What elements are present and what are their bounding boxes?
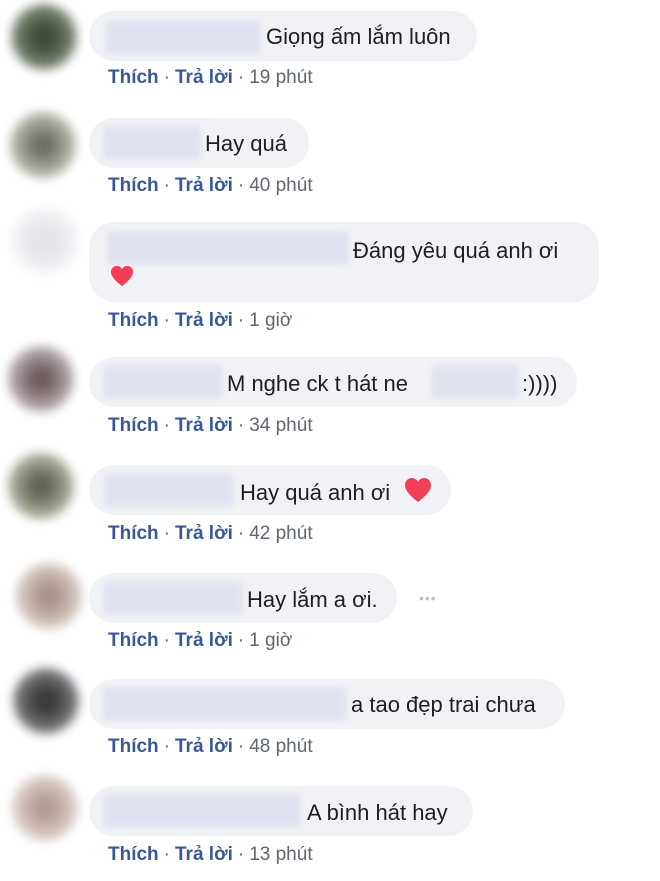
avatar[interactable] — [13, 668, 79, 734]
comment-text: Giọng ấm lắm luôn — [266, 24, 451, 49]
comment-text: a tao đẹp trai chưa — [351, 692, 536, 717]
avatar[interactable] — [8, 453, 74, 519]
comment-text: M nghe ck t hát ne — [227, 371, 408, 396]
reply-link[interactable]: Trả lời — [175, 175, 233, 196]
timestamp[interactable]: 1 giờ — [249, 630, 292, 651]
timestamp[interactable]: 13 phút — [249, 844, 312, 865]
commenter-name-blurred[interactable] — [104, 795, 300, 827]
mentioned-name-blurred[interactable] — [432, 366, 518, 398]
like-link[interactable]: Thích — [108, 736, 159, 757]
separator: · — [163, 523, 170, 544]
avatar[interactable] — [12, 208, 78, 274]
commenter-name-blurred[interactable] — [105, 474, 233, 506]
separator: · — [163, 175, 170, 196]
timestamp[interactable]: 48 phút — [249, 736, 312, 757]
avatar[interactable] — [11, 4, 77, 70]
reply-link[interactable]: Trả lời — [175, 844, 233, 865]
comment-actions: Thích · Trả lời · 42 phút — [108, 522, 313, 546]
commenter-name-blurred[interactable] — [104, 366, 222, 398]
reply-link[interactable]: Trả lời — [175, 67, 233, 88]
comment-actions: Thích · Trả lời · 40 phút — [108, 174, 313, 198]
avatar[interactable] — [12, 775, 78, 841]
like-link[interactable]: Thích — [108, 415, 159, 436]
separator: · — [163, 630, 170, 651]
comment-actions: Thích · Trả lời · 48 phút — [108, 735, 313, 759]
separator: · — [237, 736, 245, 757]
separator: · — [237, 310, 245, 331]
commenter-name-blurred[interactable] — [108, 232, 348, 264]
timestamp[interactable]: 34 phút — [249, 415, 312, 436]
separator: · — [237, 844, 245, 865]
separator: · — [237, 67, 245, 88]
commenter-name-blurred[interactable] — [104, 127, 200, 159]
separator: · — [163, 67, 170, 88]
separator: · — [237, 415, 245, 436]
separator: · — [163, 310, 170, 331]
comment-actions: Thích · Trả lời · 34 phút — [108, 414, 313, 438]
timestamp[interactable]: 40 phút — [249, 175, 312, 196]
reply-link[interactable]: Trả lời — [175, 630, 233, 651]
heart-icon — [405, 478, 431, 502]
commenter-name-blurred[interactable] — [104, 582, 242, 614]
separator: · — [237, 175, 245, 196]
separator: · — [237, 630, 245, 651]
reply-link[interactable]: Trả lời — [175, 310, 233, 331]
like-link[interactable]: Thích — [108, 175, 159, 196]
comment-text: Đáng yêu quá anh ơi — [353, 238, 559, 263]
timestamp[interactable]: 42 phút — [249, 523, 312, 544]
separator: · — [237, 523, 245, 544]
like-link[interactable]: Thích — [108, 67, 159, 88]
like-link[interactable]: Thích — [108, 630, 159, 651]
heart-icon — [111, 265, 133, 287]
separator: · — [163, 736, 170, 757]
like-link[interactable]: Thích — [108, 310, 159, 331]
comment-text-suffix: :)))) — [522, 371, 558, 396]
separator: · — [163, 844, 170, 865]
comment-text: Hay quá — [205, 131, 287, 156]
timestamp[interactable]: 19 phút — [249, 67, 312, 88]
timestamp[interactable]: 1 giờ — [249, 310, 292, 331]
separator: · — [163, 415, 170, 436]
comment-actions: Thích · Trả lời · 13 phút — [108, 843, 313, 867]
reply-link[interactable]: Trả lời — [175, 736, 233, 757]
comment-actions: Thích · Trả lời · 1 giờ — [108, 629, 292, 653]
commenter-name-blurred[interactable] — [106, 21, 260, 53]
like-link[interactable]: Thích — [108, 523, 159, 544]
avatar[interactable] — [8, 346, 74, 412]
avatar[interactable] — [16, 563, 82, 629]
more-options-icon[interactable]: ••• — [419, 588, 437, 608]
comment-text: Hay lắm a ơi. — [247, 587, 378, 612]
commenter-name-blurred[interactable] — [104, 688, 346, 720]
comment-actions: Thích · Trả lời · 1 giờ — [108, 309, 292, 333]
comment-actions: Thích · Trả lời · 19 phút — [108, 66, 313, 90]
comment-text: Hay quá anh ơi — [240, 480, 391, 505]
reply-link[interactable]: Trả lời — [175, 415, 233, 436]
like-link[interactable]: Thích — [108, 844, 159, 865]
comment-text: A bình hát hay — [307, 800, 448, 825]
avatar[interactable] — [10, 112, 76, 178]
reply-link[interactable]: Trả lời — [175, 523, 233, 544]
